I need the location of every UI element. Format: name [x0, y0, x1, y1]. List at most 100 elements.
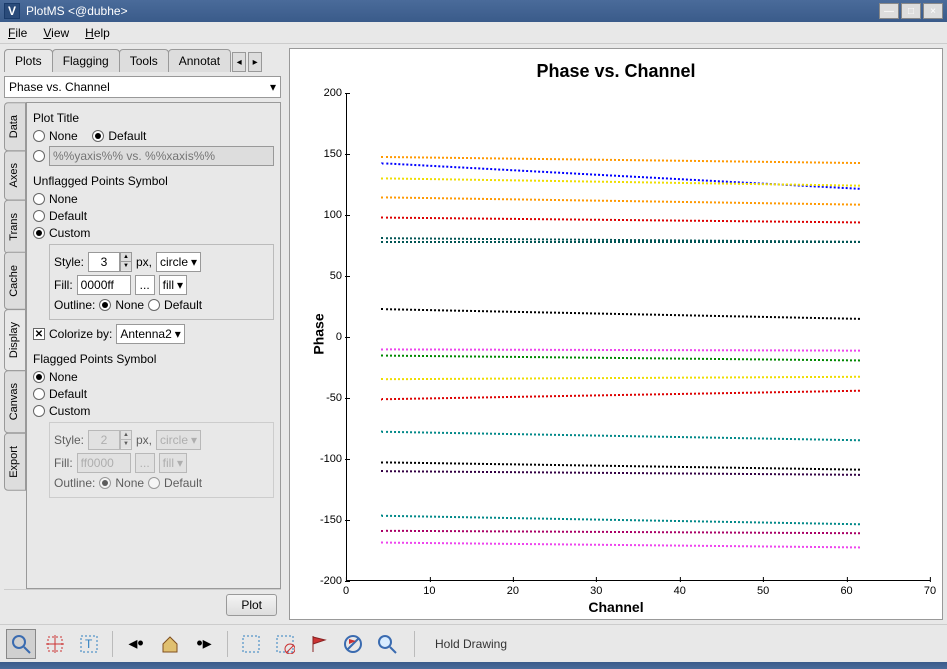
- spin-down-icon[interactable]: ▼: [121, 262, 131, 270]
- menu-file[interactable]: File: [8, 26, 27, 40]
- status-text: Hold Drawing: [435, 637, 507, 651]
- side-tab-cache[interactable]: Cache: [4, 252, 26, 310]
- flagged-outline-label: Outline:: [54, 476, 95, 490]
- bottom-toolbar: T ◂• •▸ Hold Drawing: [0, 624, 947, 662]
- tab-annotate[interactable]: Annotat: [168, 49, 231, 72]
- zoom-icon[interactable]: [6, 629, 36, 659]
- unflagged-outline-label: Outline:: [54, 298, 95, 312]
- flagged-custom-label: Custom: [49, 404, 90, 418]
- annotate-icon[interactable]: T: [74, 629, 104, 659]
- menu-view[interactable]: View: [43, 26, 69, 40]
- flagged-style-label: Style:: [54, 433, 84, 447]
- unflagged-shape-select[interactable]: circle▾: [156, 252, 201, 272]
- app-icon: V: [4, 3, 20, 19]
- data-series: [381, 241, 860, 243]
- px-label: px,: [136, 255, 152, 269]
- display-panel: Plot Title None Default Unflagged Points…: [26, 102, 281, 589]
- plot-title-none-radio[interactable]: [33, 130, 45, 142]
- flagged-shape-select: circle▾: [156, 430, 201, 450]
- side-tab-export[interactable]: Export: [4, 433, 26, 491]
- unflagged-default-radio[interactable]: [33, 210, 45, 222]
- menu-help[interactable]: Help: [85, 26, 110, 40]
- side-tab-display[interactable]: Display: [4, 309, 26, 371]
- unflagged-fill-value[interactable]: [77, 275, 131, 295]
- window-title: PlotMS <@dubhe>: [26, 4, 879, 18]
- plot-canvas[interactable]: Phase vs. Channel Phase Channel -200-150…: [289, 48, 943, 620]
- back-icon[interactable]: ◂•: [121, 629, 151, 659]
- unflagged-fill-picker[interactable]: ...: [135, 275, 155, 295]
- unflagged-style-label: Style:: [54, 255, 84, 269]
- plot-type-value: Phase vs. Channel: [9, 80, 110, 94]
- tab-plots[interactable]: Plots: [4, 49, 53, 72]
- pan-icon[interactable]: [40, 629, 70, 659]
- unflagged-outline-none-radio[interactable]: [99, 299, 111, 311]
- unflagged-custom-radio[interactable]: [33, 227, 45, 239]
- flagged-style-spinbox: ▲▼: [88, 430, 132, 450]
- chevron-down-icon: ▾: [177, 278, 183, 292]
- unflagged-none-radio[interactable]: [33, 193, 45, 205]
- titlebar: V PlotMS <@dubhe> — □ ×: [0, 0, 947, 22]
- colorize-select[interactable]: Antenna2▾: [116, 324, 184, 344]
- chart-title: Phase vs. Channel: [290, 61, 942, 82]
- flagged-fill-value: [77, 453, 131, 473]
- x-axis-label: Channel: [290, 599, 942, 615]
- unflagged-none-label: None: [49, 192, 78, 206]
- clear-select-icon[interactable]: [270, 629, 300, 659]
- select-box-icon[interactable]: [236, 629, 266, 659]
- unflagged-fill-label: Fill:: [54, 278, 73, 292]
- side-tab-trans[interactable]: Trans: [4, 200, 26, 254]
- sidebar: Plots Flagging Tools Annotat ◂ ▸ Phase v…: [0, 44, 285, 624]
- plot-title-default-radio[interactable]: [92, 130, 104, 142]
- unflagged-style-spinbox[interactable]: ▲▼: [88, 252, 132, 272]
- chevron-down-icon: ▾: [270, 80, 276, 94]
- plot-title-label: Plot Title: [33, 111, 274, 125]
- unflagged-outline-default-radio[interactable]: [148, 299, 160, 311]
- chevron-down-icon: ▾: [191, 255, 197, 269]
- locate-icon[interactable]: [372, 629, 402, 659]
- tabs-scroll-right[interactable]: ▸: [248, 52, 262, 72]
- plot-title-custom-radio[interactable]: [33, 150, 45, 162]
- unflagged-label: Unflagged Points Symbol: [33, 174, 274, 188]
- unflagged-default-label: Default: [49, 209, 87, 223]
- unflagged-style-value[interactable]: [88, 252, 120, 272]
- side-tab-axes[interactable]: Axes: [4, 150, 26, 200]
- flagged-none-radio[interactable]: [33, 371, 45, 383]
- flagged-outline-none-radio: [99, 477, 111, 489]
- flagged-default-label: Default: [49, 387, 87, 401]
- flagged-label: Flagged Points Symbol: [33, 352, 274, 366]
- side-tab-data[interactable]: Data: [4, 102, 26, 151]
- menubar: File View Help: [0, 22, 947, 44]
- flagged-style-value: [88, 430, 120, 450]
- svg-text:T: T: [85, 637, 93, 651]
- colorize-checkbox[interactable]: ✕: [33, 328, 45, 340]
- flagged-default-radio[interactable]: [33, 388, 45, 400]
- home-icon[interactable]: [155, 629, 185, 659]
- minimize-button[interactable]: —: [879, 3, 899, 19]
- plot-title-none-label: None: [49, 129, 78, 143]
- plot-title-custom-input[interactable]: [49, 146, 274, 166]
- spin-up-icon[interactable]: ▲: [121, 253, 131, 262]
- unflagged-custom-label: Custom: [49, 226, 90, 240]
- flagged-outline-default-radio: [148, 477, 160, 489]
- plot-button[interactable]: Plot: [226, 594, 277, 616]
- unflagged-fillmode-select[interactable]: fill▾: [159, 275, 187, 295]
- forward-icon[interactable]: •▸: [189, 629, 219, 659]
- plot-title-default-label: Default: [108, 129, 146, 143]
- colorize-label: Colorize by:: [49, 327, 112, 341]
- plot-type-select[interactable]: Phase vs. Channel ▾: [4, 76, 281, 98]
- flagged-custom-radio[interactable]: [33, 405, 45, 417]
- tab-tools[interactable]: Tools: [119, 49, 169, 72]
- unflag-icon[interactable]: [338, 629, 368, 659]
- flag-icon[interactable]: [304, 629, 334, 659]
- close-button[interactable]: ×: [923, 3, 943, 19]
- maximize-button[interactable]: □: [901, 3, 921, 19]
- chevron-down-icon: ▾: [175, 327, 181, 341]
- flagged-fill-label: Fill:: [54, 456, 73, 470]
- statusbar: [0, 662, 947, 669]
- tab-flagging[interactable]: Flagging: [52, 49, 120, 72]
- flagged-none-label: None: [49, 370, 78, 384]
- tabs-scroll-left[interactable]: ◂: [232, 52, 246, 72]
- plot-area: Phase vs. Channel Phase Channel -200-150…: [285, 44, 947, 624]
- side-tab-canvas[interactable]: Canvas: [4, 370, 26, 433]
- flagged-fillmode-select: fill▾: [159, 453, 187, 473]
